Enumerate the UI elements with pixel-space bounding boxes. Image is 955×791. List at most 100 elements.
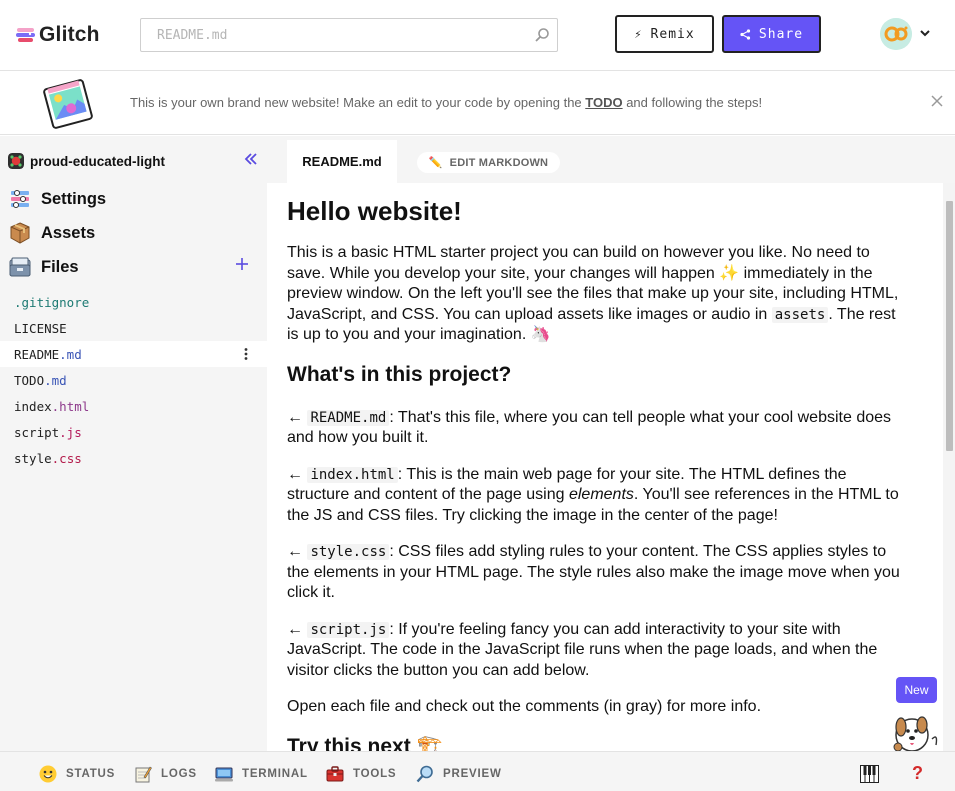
banner-text-before: This is your own brand new website! Make…: [130, 95, 586, 110]
file-ext: .md: [59, 346, 82, 362]
remix-label: Remix: [650, 26, 695, 42]
arrow: ←: [287, 543, 308, 560]
file-ext: .css: [51, 450, 82, 466]
file-item[interactable]: .gitignore: [0, 289, 267, 315]
file-ext: .gitignore: [14, 294, 90, 310]
sidebar-item-label: Assets: [41, 223, 96, 242]
file-base: TODO: [14, 372, 45, 388]
website-illustration-icon: [43, 79, 93, 129]
sidebar: proud-educated-light Settings Assets Fil…: [0, 136, 267, 751]
tools-label: TOOLS: [353, 768, 397, 780]
toolbox-icon: [326, 765, 344, 783]
file-ext: .md: [44, 372, 67, 388]
banner-message: This is your own brand new website! Make…: [130, 95, 762, 110]
search-input[interactable]: [141, 19, 521, 51]
lightning-icon: ⚡: [634, 27, 643, 41]
markdown-body: Hello website! This is a basic HTML star…: [287, 195, 907, 751]
file-item[interactable]: TODO .md: [0, 367, 267, 393]
file-item[interactable]: script .js: [0, 419, 267, 445]
edit-markdown-label: EDIT MARKDOWN: [449, 156, 549, 169]
add-file-icon[interactable]: [234, 256, 250, 272]
file-item[interactable]: index .html: [0, 393, 267, 419]
sidebar-item-assets[interactable]: Assets: [8, 220, 95, 246]
logs-button[interactable]: LOGS: [134, 765, 197, 783]
preview-button[interactable]: PREVIEW: [416, 765, 502, 783]
file-base: style: [14, 450, 52, 466]
glitch-fish-icon: [16, 28, 35, 42]
scrollbar-thumb[interactable]: [946, 201, 953, 451]
remix-button[interactable]: ⚡ Remix: [615, 15, 714, 53]
tab-readme[interactable]: README.md: [287, 140, 397, 183]
markdown-preview: Hello website! This is a basic HTML star…: [267, 183, 943, 751]
top-bar: Glitch ⚡ Remix Share: [0, 0, 955, 71]
notepad-icon: [134, 765, 152, 783]
folder-icon: [8, 255, 32, 279]
preview-label: PREVIEW: [443, 768, 502, 780]
collapse-sidebar-icon[interactable]: [244, 152, 258, 166]
arrow: ←: [287, 620, 308, 638]
editor-tabs: README.md ✏️ EDIT MARKDOWN: [267, 136, 955, 183]
share-button[interactable]: Share: [722, 15, 821, 53]
piano-icon[interactable]: [860, 765, 879, 783]
inline-code: assets: [771, 306, 829, 323]
tools-button[interactable]: TOOLS: [326, 765, 396, 783]
file-base: script: [14, 424, 60, 440]
magnifier-icon: [416, 765, 434, 783]
glitch-logo[interactable]: Glitch: [15, 22, 100, 48]
status-button[interactable]: STATUS: [39, 765, 115, 783]
sidebar-item-files[interactable]: Files: [8, 254, 79, 280]
inline-code: index.html: [307, 466, 398, 483]
todo-link[interactable]: TODO: [585, 95, 622, 110]
sidebar-item-settings[interactable]: Settings: [8, 186, 106, 212]
help-button[interactable]: ?: [912, 763, 923, 784]
dog-mascot-icon[interactable]: [888, 705, 944, 751]
close-icon[interactable]: [930, 94, 944, 108]
file-item[interactable]: style .css: [0, 445, 267, 471]
share-icon: [740, 28, 751, 40]
project-header[interactable]: proud-educated-light: [8, 152, 165, 170]
computer-icon: [215, 765, 233, 783]
logs-label: LOGS: [161, 768, 197, 780]
project-name: proud-educated-light: [30, 153, 165, 169]
more-vertical-icon[interactable]: [240, 347, 252, 361]
arrow: ←: [287, 408, 308, 426]
file-item-active[interactable]: README .md: [0, 341, 267, 367]
chevron-down-icon[interactable]: [919, 28, 931, 38]
settings-icon: [8, 187, 32, 211]
terminal-button[interactable]: TERMINAL: [215, 765, 308, 783]
box-icon: [8, 221, 32, 245]
search-box: [140, 18, 558, 52]
file-base: LICENSE: [14, 320, 67, 336]
bottom-toolbar: STATUS LOGS TERMINAL TOOLS PREVIEW ?: [0, 751, 955, 791]
share-label: Share: [758, 26, 804, 42]
doc-paragraph: This is a basic HTML starter project you…: [287, 243, 907, 346]
inline-code: README.md: [307, 409, 390, 426]
sidebar-item-label: Files: [41, 257, 79, 276]
avatar-icon: [880, 18, 912, 50]
file-base: index: [14, 398, 52, 414]
user-avatar[interactable]: [880, 18, 912, 50]
terminal-label: TERMINAL: [242, 768, 308, 780]
file-ext: .js: [59, 424, 82, 440]
doc-title: Hello website!: [287, 196, 462, 226]
doc-heading: Try this next 🏗️: [287, 734, 443, 752]
smiley-icon: [39, 765, 57, 783]
content-scrollbar[interactable]: [943, 183, 955, 751]
file-item[interactable]: LICENSE: [0, 315, 267, 341]
status-label: STATUS: [66, 768, 116, 780]
sidebar-item-label: Settings: [41, 189, 107, 208]
inline-code: script.js: [307, 621, 390, 638]
emphasis: elements: [568, 486, 634, 503]
pencil-icon: ✏️: [428, 157, 443, 169]
banner-text-after: and following the steps!: [622, 95, 763, 110]
inline-code: style.css: [307, 544, 390, 560]
search-icon[interactable]: [534, 27, 550, 43]
new-badge[interactable]: New: [896, 677, 937, 703]
project-avatar-icon: [8, 153, 24, 169]
edit-markdown-button[interactable]: ✏️ EDIT MARKDOWN: [417, 152, 560, 173]
doc-paragraph: Open each file and check out the comment…: [287, 698, 762, 715]
doc-heading: What's in this project?: [287, 362, 512, 386]
app-name: Glitch: [39, 23, 100, 46]
arrow: ←: [287, 465, 308, 483]
doc-item-index: ← index.html: This is the main web page …: [287, 465, 907, 527]
